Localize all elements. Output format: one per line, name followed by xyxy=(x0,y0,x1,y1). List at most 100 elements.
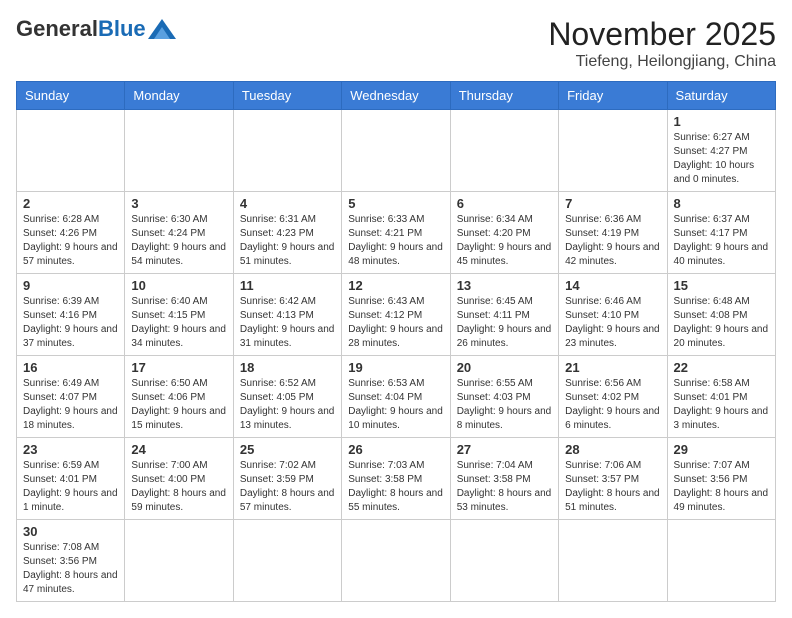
calendar-cell: 18 Sunrise: 6:52 AM Sunset: 4:05 PM Dayli… xyxy=(233,356,341,438)
calendar-cell: 13 Sunrise: 6:45 AM Sunset: 4:11 PM Dayli… xyxy=(450,274,558,356)
calendar-cell: 3 Sunrise: 6:30 AM Sunset: 4:24 PM Daylig… xyxy=(125,192,233,274)
calendar-cell xyxy=(125,520,233,602)
logo-icon xyxy=(148,19,176,39)
calendar-cell: 28 Sunrise: 7:06 AM Sunset: 3:57 PM Dayli… xyxy=(559,438,667,520)
calendar-week-2: 9 Sunrise: 6:39 AM Sunset: 4:16 PM Daylig… xyxy=(17,274,776,356)
calendar-cell xyxy=(450,110,558,192)
day-info: Sunrise: 7:02 AM Sunset: 3:59 PM Dayligh… xyxy=(240,459,335,515)
day-number: 11 xyxy=(240,278,335,293)
day-number: 10 xyxy=(131,278,226,293)
calendar-cell: 11 Sunrise: 6:42 AM Sunset: 4:13 PM Dayli… xyxy=(233,274,341,356)
day-info: Sunrise: 6:56 AM Sunset: 4:02 PM Dayligh… xyxy=(565,377,660,433)
calendar-cell xyxy=(667,520,775,602)
calendar-cell xyxy=(233,110,341,192)
page-header: General Blue November 2025 Tiefeng, Heil… xyxy=(16,16,776,71)
calendar-cell: 25 Sunrise: 7:02 AM Sunset: 3:59 PM Dayli… xyxy=(233,438,341,520)
day-info: Sunrise: 7:04 AM Sunset: 3:58 PM Dayligh… xyxy=(457,459,552,515)
logo-general-text: General xyxy=(16,16,98,42)
calendar-cell: 4Sunrise: 6:31 AM Sunset: 4:23 PM Daylig… xyxy=(233,192,341,274)
calendar-cell: 1 Sunrise: 6:27 AM Sunset: 4:27 PM Daylig… xyxy=(667,110,775,192)
day-number: 15 xyxy=(674,278,769,293)
day-info: Sunrise: 6:40 AM Sunset: 4:15 PM Dayligh… xyxy=(131,295,226,351)
day-number: 14 xyxy=(565,278,660,293)
calendar-cell: 21 Sunrise: 6:56 AM Sunset: 4:02 PM Dayli… xyxy=(559,356,667,438)
weekday-header-wednesday: Wednesday xyxy=(342,82,450,110)
day-info: Sunrise: 7:06 AM Sunset: 3:57 PM Dayligh… xyxy=(565,459,660,515)
day-info: Sunrise: 6:45 AM Sunset: 4:11 PM Dayligh… xyxy=(457,295,552,351)
calendar-cell: 22 Sunrise: 6:58 AM Sunset: 4:01 PM Dayli… xyxy=(667,356,775,438)
day-info: Sunrise: 6:42 AM Sunset: 4:13 PM Dayligh… xyxy=(240,295,335,351)
day-info: Sunrise: 6:36 AM Sunset: 4:19 PM Dayligh… xyxy=(565,213,660,269)
calendar-cell: 6 Sunrise: 6:34 AM Sunset: 4:20 PM Daylig… xyxy=(450,192,558,274)
day-info: Sunrise: 6:30 AM Sunset: 4:24 PM Dayligh… xyxy=(131,213,226,269)
day-number: 4 xyxy=(240,196,335,211)
weekday-header-sunday: Sunday xyxy=(17,82,125,110)
calendar-week-4: 23 Sunrise: 6:59 AM Sunset: 4:01 PM Dayli… xyxy=(17,438,776,520)
day-info: Sunrise: 6:52 AM Sunset: 4:05 PM Dayligh… xyxy=(240,377,335,433)
title-area: November 2025 Tiefeng, Heilongjiang, Chi… xyxy=(548,16,776,71)
weekday-header-monday: Monday xyxy=(125,82,233,110)
calendar-cell: 30 Sunrise: 7:08 AM Sunset: 3:56 PM Dayli… xyxy=(17,520,125,602)
calendar-cell: 8 Sunrise: 6:37 AM Sunset: 4:17 PM Daylig… xyxy=(667,192,775,274)
day-number: 26 xyxy=(348,442,443,457)
day-info: Sunrise: 7:00 AM Sunset: 4:00 PM Dayligh… xyxy=(131,459,226,515)
calendar-cell xyxy=(125,110,233,192)
calendar-cell: 9 Sunrise: 6:39 AM Sunset: 4:16 PM Daylig… xyxy=(17,274,125,356)
calendar-cell xyxy=(559,520,667,602)
day-info: Sunrise: 6:49 AM Sunset: 4:07 PM Dayligh… xyxy=(23,377,118,433)
weekday-header-saturday: Saturday xyxy=(667,82,775,110)
location-title: Tiefeng, Heilongjiang, China xyxy=(548,53,776,71)
calendar-cell xyxy=(342,110,450,192)
day-info: Sunrise: 6:27 AM Sunset: 4:27 PM Dayligh… xyxy=(674,131,769,187)
logo-blue-text: Blue xyxy=(98,16,146,42)
day-number: 25 xyxy=(240,442,335,457)
calendar-cell: 23 Sunrise: 6:59 AM Sunset: 4:01 PM Dayli… xyxy=(17,438,125,520)
day-number: 9 xyxy=(23,278,118,293)
day-info: Sunrise: 6:34 AM Sunset: 4:20 PM Dayligh… xyxy=(457,213,552,269)
calendar-cell: 2 Sunrise: 6:28 AM Sunset: 4:26 PM Daylig… xyxy=(17,192,125,274)
day-number: 1 xyxy=(674,114,769,129)
calendar-cell: 29Sunrise: 7:07 AM Sunset: 3:56 PM Dayli… xyxy=(667,438,775,520)
calendar-cell: 20Sunrise: 6:55 AM Sunset: 4:03 PM Dayli… xyxy=(450,356,558,438)
day-number: 30 xyxy=(23,524,118,539)
day-number: 12 xyxy=(348,278,443,293)
day-info: Sunrise: 7:07 AM Sunset: 3:56 PM Dayligh… xyxy=(674,459,769,515)
day-number: 18 xyxy=(240,360,335,375)
calendar-cell: 24Sunrise: 7:00 AM Sunset: 4:00 PM Dayli… xyxy=(125,438,233,520)
day-info: Sunrise: 6:37 AM Sunset: 4:17 PM Dayligh… xyxy=(674,213,769,269)
day-info: Sunrise: 6:28 AM Sunset: 4:26 PM Dayligh… xyxy=(23,213,118,269)
day-info: Sunrise: 7:08 AM Sunset: 3:56 PM Dayligh… xyxy=(23,541,118,597)
calendar-cell: 14Sunrise: 6:46 AM Sunset: 4:10 PM Dayli… xyxy=(559,274,667,356)
calendar-cell xyxy=(17,110,125,192)
weekday-header-row: SundayMondayTuesdayWednesdayThursdayFrid… xyxy=(17,82,776,110)
day-number: 27 xyxy=(457,442,552,457)
day-number: 8 xyxy=(674,196,769,211)
day-number: 5 xyxy=(348,196,443,211)
calendar-cell: 27 Sunrise: 7:04 AM Sunset: 3:58 PM Dayli… xyxy=(450,438,558,520)
day-number: 21 xyxy=(565,360,660,375)
day-number: 28 xyxy=(565,442,660,457)
calendar-cell xyxy=(559,110,667,192)
day-info: Sunrise: 7:03 AM Sunset: 3:58 PM Dayligh… xyxy=(348,459,443,515)
day-number: 23 xyxy=(23,442,118,457)
calendar-cell: 10 Sunrise: 6:40 AM Sunset: 4:15 PM Dayli… xyxy=(125,274,233,356)
day-number: 19 xyxy=(348,360,443,375)
weekday-header-friday: Friday xyxy=(559,82,667,110)
calendar-week-3: 16Sunrise: 6:49 AM Sunset: 4:07 PM Dayli… xyxy=(17,356,776,438)
calendar-cell: 7 Sunrise: 6:36 AM Sunset: 4:19 PM Daylig… xyxy=(559,192,667,274)
day-number: 3 xyxy=(131,196,226,211)
day-number: 20 xyxy=(457,360,552,375)
day-info: Sunrise: 6:39 AM Sunset: 4:16 PM Dayligh… xyxy=(23,295,118,351)
day-info: Sunrise: 6:59 AM Sunset: 4:01 PM Dayligh… xyxy=(23,459,118,515)
day-number: 13 xyxy=(457,278,552,293)
month-title: November 2025 xyxy=(548,16,776,53)
calendar-cell: 15Sunrise: 6:48 AM Sunset: 4:08 PM Dayli… xyxy=(667,274,775,356)
calendar-cell: 17Sunrise: 6:50 AM Sunset: 4:06 PM Dayli… xyxy=(125,356,233,438)
day-number: 22 xyxy=(674,360,769,375)
calendar-cell xyxy=(450,520,558,602)
day-number: 7 xyxy=(565,196,660,211)
calendar-cell: 16Sunrise: 6:49 AM Sunset: 4:07 PM Dayli… xyxy=(17,356,125,438)
day-number: 2 xyxy=(23,196,118,211)
day-number: 6 xyxy=(457,196,552,211)
day-info: Sunrise: 6:58 AM Sunset: 4:01 PM Dayligh… xyxy=(674,377,769,433)
